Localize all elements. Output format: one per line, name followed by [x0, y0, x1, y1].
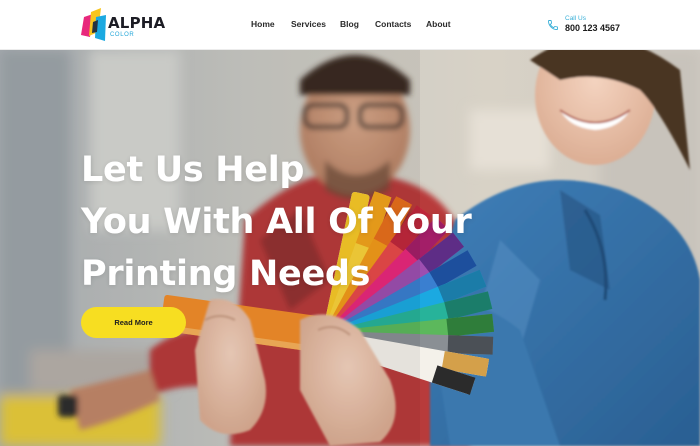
hero-title-line-2: You With All Of Your: [81, 202, 472, 242]
nav-contacts[interactable]: Contacts: [375, 19, 411, 29]
hero-title: Let Us Help You With All Of Your Printin…: [81, 144, 501, 300]
nav-services[interactable]: Services: [291, 19, 326, 29]
call-number[interactable]: 800 123 4567: [565, 23, 620, 33]
logo-name: ALPHA: [108, 14, 166, 32]
nav-blog[interactable]: Blog: [340, 19, 359, 29]
call-label: Call Us: [565, 15, 586, 22]
nav-about[interactable]: About: [426, 19, 451, 29]
read-more-button[interactable]: Read More: [81, 307, 186, 338]
hero-title-line-3: Printing Needs: [81, 254, 371, 294]
site-header: ALPHA COLOR Home Services Blog Contacts …: [0, 0, 700, 50]
hero-title-line-1: Let Us Help: [81, 150, 305, 190]
logo-mark-icon: [81, 8, 106, 41]
logo[interactable]: ALPHA COLOR: [81, 8, 165, 42]
call-us[interactable]: Call Us 800 123 4567: [546, 14, 636, 38]
hero-section: Let Us Help You With All Of Your Printin…: [0, 50, 700, 446]
nav-home[interactable]: Home: [251, 19, 275, 29]
logo-subtitle: COLOR: [110, 32, 135, 38]
phone-icon: [548, 20, 558, 30]
